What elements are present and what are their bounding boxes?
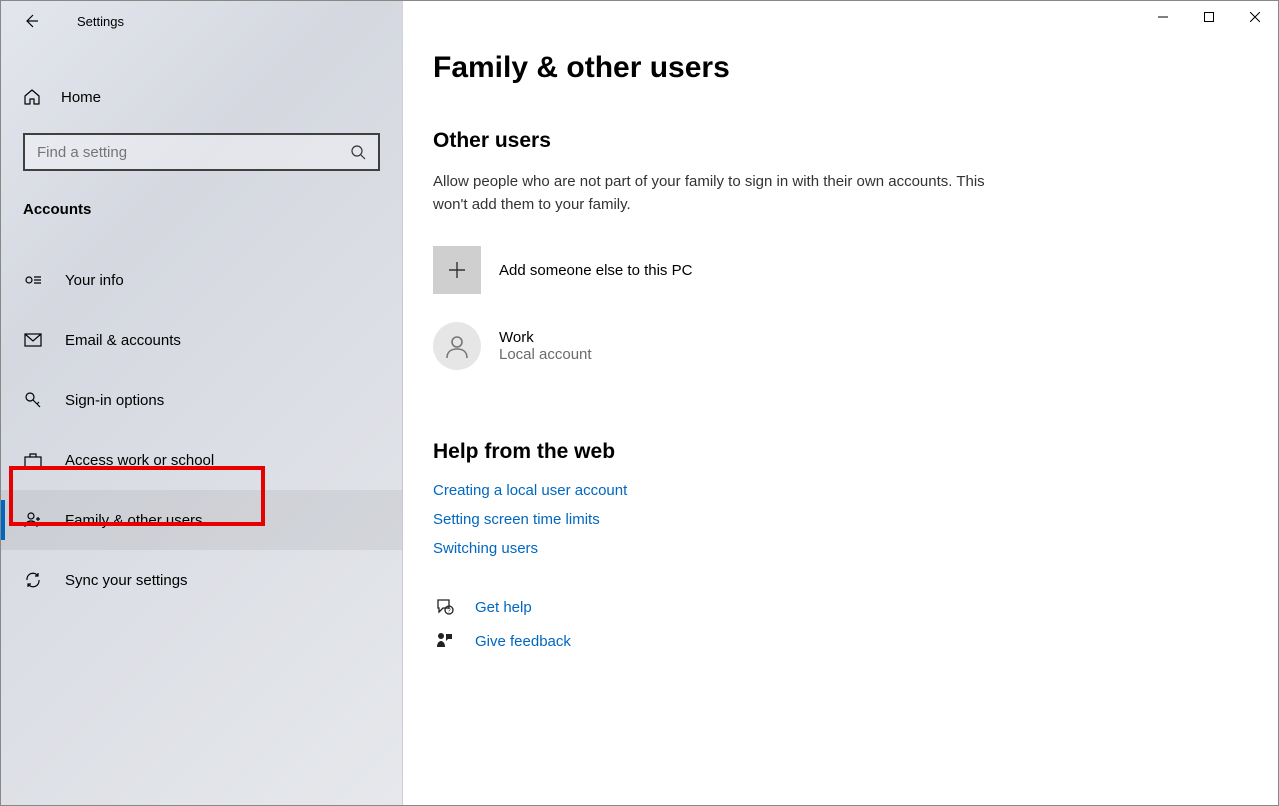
help-link-switching-users[interactable]: Switching users: [433, 540, 1238, 557]
nav-label: Access work or school: [65, 452, 214, 469]
sync-icon: [23, 571, 43, 589]
other-users-heading: Other users: [433, 129, 1238, 153]
person-add-icon: [23, 511, 43, 529]
nav-label: Sign-in options: [65, 392, 164, 409]
user-name: Work: [499, 329, 592, 346]
add-user-button[interactable]: Add someone else to this PC: [433, 246, 1238, 294]
home-nav[interactable]: Home: [1, 41, 402, 113]
user-type: Local account: [499, 346, 592, 363]
help-heading: Help from the web: [433, 440, 1238, 464]
main-content: Family & other users Other users Allow p…: [403, 1, 1278, 805]
nav-signin-options[interactable]: Sign-in options: [1, 370, 402, 430]
sidebar: Settings Home Accounts Your info: [1, 1, 403, 805]
nav-list: Your info Email & accounts Sign-in optio…: [1, 228, 402, 610]
user-account-row[interactable]: Work Local account: [433, 322, 1238, 370]
badge-icon: [23, 273, 43, 287]
maximize-button[interactable]: [1186, 1, 1232, 33]
nav-label: Your info: [65, 272, 124, 289]
other-users-description: Allow people who are not part of your fa…: [433, 171, 993, 216]
close-button[interactable]: [1232, 1, 1278, 33]
search-icon: [350, 144, 366, 160]
minimize-button[interactable]: [1140, 1, 1186, 33]
get-help-link[interactable]: Get help: [475, 599, 532, 616]
home-icon: [23, 88, 43, 106]
close-icon: [1250, 12, 1260, 22]
nav-email-accounts[interactable]: Email & accounts: [1, 310, 402, 370]
help-link-local-account[interactable]: Creating a local user account: [433, 482, 1238, 499]
avatar-icon: [433, 322, 481, 370]
nav-your-info[interactable]: Your info: [1, 250, 402, 310]
nav-family-users[interactable]: Family & other users: [1, 490, 402, 550]
feedback-icon: [433, 631, 457, 651]
add-user-label: Add someone else to this PC: [499, 262, 692, 279]
search-input[interactable]: [37, 144, 338, 161]
category-heading: Accounts: [1, 171, 402, 228]
nav-work-school[interactable]: Access work or school: [1, 430, 402, 490]
give-feedback-link[interactable]: Give feedback: [475, 633, 571, 650]
back-button[interactable]: [21, 11, 41, 31]
page-title: Family & other users: [433, 51, 1238, 85]
window-controls: [1140, 1, 1278, 33]
briefcase-icon: [23, 452, 43, 468]
nav-label: Email & accounts: [65, 332, 181, 349]
nav-label: Sync your settings: [65, 572, 188, 589]
search-box[interactable]: [23, 133, 380, 171]
plus-icon: [433, 246, 481, 294]
home-label: Home: [61, 89, 101, 106]
help-link-screen-time[interactable]: Setting screen time limits: [433, 511, 1238, 528]
key-icon: [23, 391, 43, 409]
window-title: Settings: [77, 14, 124, 29]
minimize-icon: [1158, 12, 1168, 22]
arrow-left-icon: [23, 13, 39, 29]
nav-label: Family & other users: [65, 512, 203, 529]
chat-help-icon: ?: [433, 597, 457, 617]
maximize-icon: [1204, 12, 1214, 22]
nav-sync-settings[interactable]: Sync your settings: [1, 550, 402, 610]
mail-icon: [23, 333, 43, 347]
